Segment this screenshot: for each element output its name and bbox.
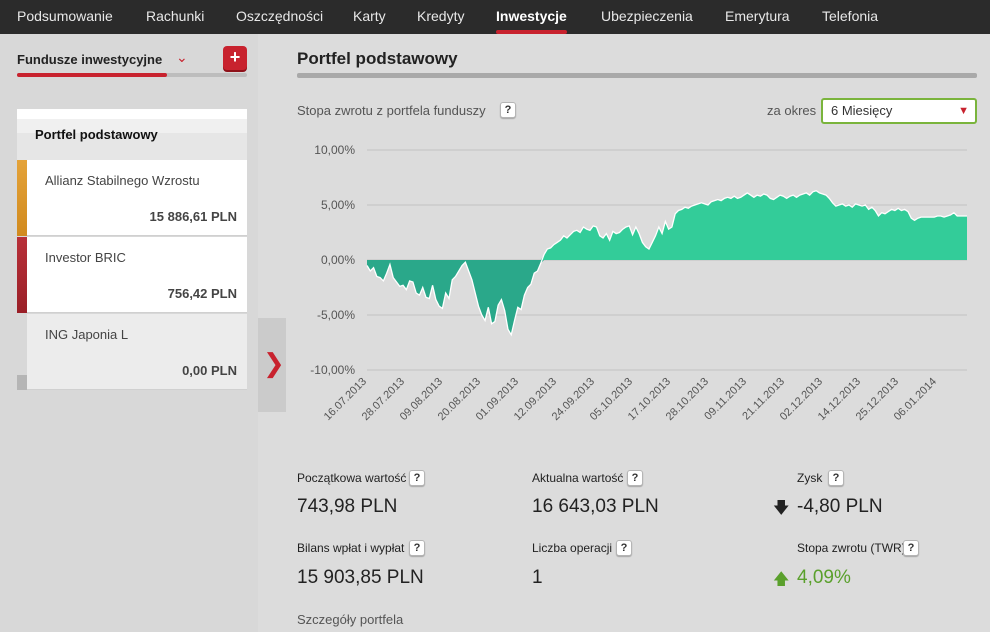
- nav-inwestycje[interactable]: Inwestycje: [496, 0, 567, 34]
- chevron-down-icon[interactable]: ⌄: [176, 49, 188, 66]
- current-value-label: Aktualna wartość: [532, 471, 624, 485]
- nav-karty[interactable]: Karty: [353, 0, 386, 34]
- help-icon[interactable]: ?: [903, 540, 919, 556]
- y-tick-label: -5,00%: [317, 308, 355, 322]
- portfolio-card-label: Portfel podstawowy: [35, 127, 158, 142]
- sidebar: Fundusze inwestycyjne ⌄ + Portfel podsta…: [0, 34, 258, 632]
- fund-name: Allianz Stabilnego Wzrostu: [45, 173, 200, 188]
- period-select-value: 6 Miesięcy: [831, 103, 893, 118]
- arrow-up-icon: 🡅: [773, 571, 790, 588]
- add-fund-button[interactable]: +: [223, 46, 247, 70]
- help-icon[interactable]: ?: [409, 540, 425, 556]
- fund-item-ing-japonia[interactable]: ING Japonia L 0,00 PLN: [17, 314, 247, 390]
- help-icon[interactable]: ?: [828, 470, 844, 486]
- nav-podsumowanie[interactable]: Podsumowanie: [17, 0, 113, 34]
- profit-value: -4,80 PLN: [797, 496, 883, 517]
- fund-color-bar: [17, 237, 27, 313]
- twr-value: 4,09%: [797, 567, 851, 588]
- current-value: 16 643,03 PLN: [532, 496, 659, 517]
- return-rate-chart: 10,00%5,00%0,00%-5,00%-10,00%16.07.20132…: [310, 143, 967, 423]
- operations-label: Liczba operacji: [532, 541, 613, 555]
- fund-value: 0,00 PLN: [182, 363, 237, 378]
- fund-color-bar: [17, 314, 27, 390]
- sidebar-collapse-button[interactable]: ❯: [258, 318, 286, 412]
- fund-value: 756,42 PLN: [167, 286, 237, 301]
- help-icon[interactable]: ?: [627, 470, 643, 486]
- portfolio-details-link[interactable]: Szczegóły portfela: [297, 612, 403, 627]
- nav-ubezpieczenia[interactable]: Ubezpieczenia: [601, 0, 693, 34]
- area-negative: [367, 260, 967, 335]
- operations-value: 1: [532, 567, 543, 588]
- fund-name: Investor BRIC: [45, 250, 126, 265]
- title-underline: [297, 73, 977, 78]
- chart-subtitle: Stopa zwrotu z portfela funduszy: [297, 103, 486, 118]
- initial-value-label: Początkowa wartość: [297, 471, 407, 485]
- initial-value: 743,98 PLN: [297, 496, 398, 517]
- fund-name: ING Japonia L: [45, 327, 129, 342]
- top-nav: Podsumowanie Rachunki Oszczędności Karty…: [0, 0, 990, 34]
- sidebar-header-underline: [17, 73, 247, 77]
- fund-item-allianz[interactable]: Allianz Stabilnego Wzrostu 15 886,61 PLN: [17, 160, 247, 236]
- portfolio-card[interactable]: Portfel podstawowy: [17, 109, 247, 161]
- fund-item-investor-bric[interactable]: Investor BRIC 756,42 PLN: [17, 237, 247, 313]
- help-icon[interactable]: ?: [500, 102, 516, 118]
- page-title: Portfel podstawowy: [297, 49, 458, 68]
- fund-type-dropdown-label[interactable]: Fundusze inwestycyjne: [17, 52, 162, 67]
- help-icon[interactable]: ?: [616, 540, 632, 556]
- nav-rachunki[interactable]: Rachunki: [146, 0, 204, 34]
- nav-telefonia[interactable]: Telefonia: [822, 0, 878, 34]
- fund-value: 15 886,61 PLN: [149, 209, 237, 224]
- y-tick-label: 10,00%: [314, 143, 355, 157]
- nav-oszczednosci[interactable]: Oszczędności: [236, 0, 323, 34]
- y-tick-label: 5,00%: [321, 198, 355, 212]
- profit-label: Zysk: [797, 471, 823, 485]
- arrow-down-icon: 🡇: [773, 500, 790, 517]
- balance-label: Bilans wpłat i wypłat: [297, 541, 405, 555]
- chevron-right-icon: ❯: [263, 348, 285, 378]
- fund-color-bar: [17, 160, 27, 236]
- period-select[interactable]: 6 Miesięcy ▼: [821, 98, 977, 124]
- twr-label: Stopa zwrotu (TWR): [797, 541, 906, 555]
- y-tick-label: -10,00%: [310, 363, 355, 377]
- nav-kredyty[interactable]: Kredyty: [417, 0, 464, 34]
- balance-value: 15 903,85 PLN: [297, 567, 424, 588]
- chevron-down-icon: ▼: [958, 105, 969, 117]
- period-label: za okres: [767, 103, 817, 118]
- y-tick-label: 0,00%: [321, 253, 355, 267]
- nav-emerytura[interactable]: Emerytura: [725, 0, 790, 34]
- help-icon[interactable]: ?: [409, 470, 425, 486]
